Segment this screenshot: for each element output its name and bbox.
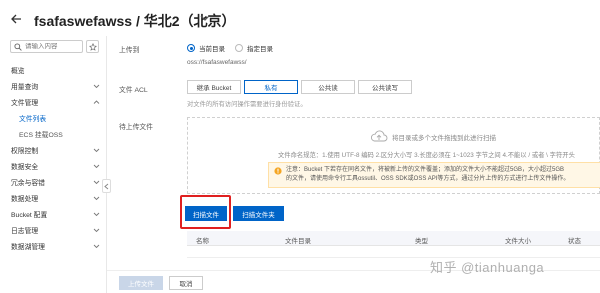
chevron-down-icon bbox=[93, 212, 100, 217]
chevron-down-icon bbox=[93, 100, 100, 104]
sidebar-item-label: 文件管理 bbox=[11, 100, 39, 107]
radio-current-directory[interactable]: 当前目录 bbox=[187, 43, 225, 53]
column-type: 类型 bbox=[415, 238, 428, 245]
chevron-down-icon[interactable] bbox=[200, 14, 210, 22]
sidebar: 概览用量查询文件管理文件列表 ECS 挂载OSS 权限控制数据安全冗余与容错数据处理… bbox=[0, 36, 111, 293]
sidebar-item-label: ECS 挂载OSS bbox=[19, 132, 63, 139]
sidebar-item-4[interactable]: ECS 挂载OSS bbox=[0, 126, 106, 142]
acl-option-private[interactable]: 私有 bbox=[244, 80, 298, 94]
sidebar-item-9[interactable]: Bucket 配置 bbox=[0, 206, 106, 222]
header: fsafaswefawss / 华北2（北京） bbox=[0, 0, 600, 36]
cloud-upload-icon bbox=[371, 130, 388, 142]
star-icon bbox=[88, 42, 97, 51]
warning-notice: 注意：Bucket 下若存在同名文件，将被新上传的文件覆盖；添加的文件大小不能超… bbox=[268, 162, 600, 188]
notice-line-2: 的文件，请使用命令行工具ossutil、OSS SDK或OSS API等方式，通… bbox=[286, 176, 570, 182]
acl-segmented-control: 继承 Bucket 私有 公共读 公共读写 bbox=[187, 80, 415, 94]
sidebar-item-0[interactable]: 概览 bbox=[0, 62, 106, 78]
sidebar-item-1[interactable]: 用量查询 bbox=[0, 78, 106, 94]
sidebar-item-7[interactable]: 冗余与容错 bbox=[0, 174, 106, 190]
sidebar-item-label: 文件列表 bbox=[19, 116, 47, 123]
sidebar-item-label: 数据湖管理 bbox=[11, 244, 45, 251]
pending-files-label: 待上传文件 bbox=[119, 124, 153, 131]
radio-current-label: 当前目录 bbox=[199, 46, 225, 53]
radio-specified-directory[interactable]: 指定目录 bbox=[235, 43, 273, 53]
search-input[interactable] bbox=[25, 43, 80, 50]
dropzone-text: 将目录或多个文件拖拽到此进行扫描 bbox=[392, 135, 496, 142]
sidebar-item-label: 概览 bbox=[11, 68, 25, 75]
upload-to-label: 上传到 bbox=[119, 47, 140, 54]
sidebar-item-label: 日志管理 bbox=[11, 228, 39, 235]
sidebar-search[interactable] bbox=[10, 40, 83, 53]
acl-option-public-read-write[interactable]: 公共读写 bbox=[358, 80, 412, 94]
sidebar-item-label: 权限控制 bbox=[11, 148, 39, 155]
back-arrow-icon[interactable] bbox=[10, 13, 22, 25]
search-icon bbox=[14, 42, 22, 51]
scan-folder-button[interactable]: 扫描文件夹 bbox=[233, 206, 284, 221]
sidebar-item-label: Bucket 配置 bbox=[11, 212, 48, 219]
acl-option-public-read[interactable]: 公共读 bbox=[301, 80, 355, 94]
chevron-down-icon bbox=[93, 180, 100, 185]
acl-hint: 对文件的所有访问操作需要进行身份验证。 bbox=[187, 101, 307, 108]
sidebar-item-5[interactable]: 权限控制 bbox=[0, 142, 106, 158]
sidebar-item-label: 数据安全 bbox=[11, 164, 39, 171]
acl-option-inherit[interactable]: 继承 Bucket bbox=[187, 80, 241, 94]
favorite-button[interactable] bbox=[86, 40, 99, 53]
sidebar-item-label: 用量查询 bbox=[11, 84, 39, 91]
column-directory: 文件目录 bbox=[285, 238, 311, 245]
notice-line-1: 注意：Bucket 下若存在同名文件，将被新上传的文件覆盖；添加的文件大小不能超… bbox=[286, 167, 565, 173]
naming-rules: 文件命名规范：1.使用 UTF-8 编码 2.区分大小写 3.长度必须在 1~1… bbox=[278, 152, 575, 159]
collapse-sidebar-button[interactable] bbox=[102, 179, 111, 193]
column-name: 名称 bbox=[196, 238, 209, 245]
column-size: 文件大小 bbox=[505, 238, 531, 245]
sidebar-item-2[interactable]: 文件管理 bbox=[0, 94, 106, 110]
chevron-down-icon bbox=[93, 164, 100, 169]
sidebar-item-3[interactable]: 文件列表 bbox=[0, 110, 106, 126]
sidebar-item-label: 数据处理 bbox=[11, 196, 39, 203]
upload-files-button[interactable]: 上传文件 bbox=[119, 276, 163, 290]
upload-target-radio-group: 当前目录 指定目录 bbox=[187, 43, 283, 53]
chevron-down-icon bbox=[93, 148, 100, 153]
sidebar-item-label: 冗余与容错 bbox=[11, 180, 45, 187]
file-dropzone[interactable]: 将目录或多个文件拖拽到此进行扫描 文件命名规范：1.使用 UTF-8 编码 2.… bbox=[187, 117, 600, 194]
sidebar-nav: 概览用量查询文件管理文件列表 ECS 挂载OSS 权限控制数据安全冗余与容错数据处理… bbox=[0, 62, 106, 254]
column-status: 状态 bbox=[568, 238, 581, 245]
sidebar-item-6[interactable]: 数据安全 bbox=[0, 158, 106, 174]
warning-icon bbox=[274, 167, 282, 175]
chevron-down-icon bbox=[93, 84, 100, 89]
upload-path: oss://fsafaswefawss/ bbox=[187, 59, 247, 66]
sidebar-item-11[interactable]: 数据湖管理 bbox=[0, 238, 106, 254]
chevron-left-icon bbox=[104, 183, 109, 189]
sidebar-item-10[interactable]: 日志管理 bbox=[0, 222, 106, 238]
radio-dot-checked bbox=[187, 44, 195, 52]
sidebar-item-8[interactable]: 数据处理 bbox=[0, 190, 106, 206]
table-header: 名称 文件目录 类型 文件大小 状态 bbox=[187, 231, 600, 246]
cancel-button[interactable]: 取消 bbox=[169, 276, 203, 290]
radio-specified-label: 指定目录 bbox=[247, 46, 273, 53]
acl-label: 文件 ACL bbox=[119, 87, 148, 94]
highlight-annotation bbox=[180, 195, 231, 229]
chevron-down-icon bbox=[93, 228, 100, 233]
radio-dot bbox=[235, 44, 243, 52]
chevron-down-icon bbox=[93, 196, 100, 201]
chevron-down-icon bbox=[93, 244, 100, 249]
watermark: 知乎 @tianhuanga bbox=[430, 260, 545, 275]
